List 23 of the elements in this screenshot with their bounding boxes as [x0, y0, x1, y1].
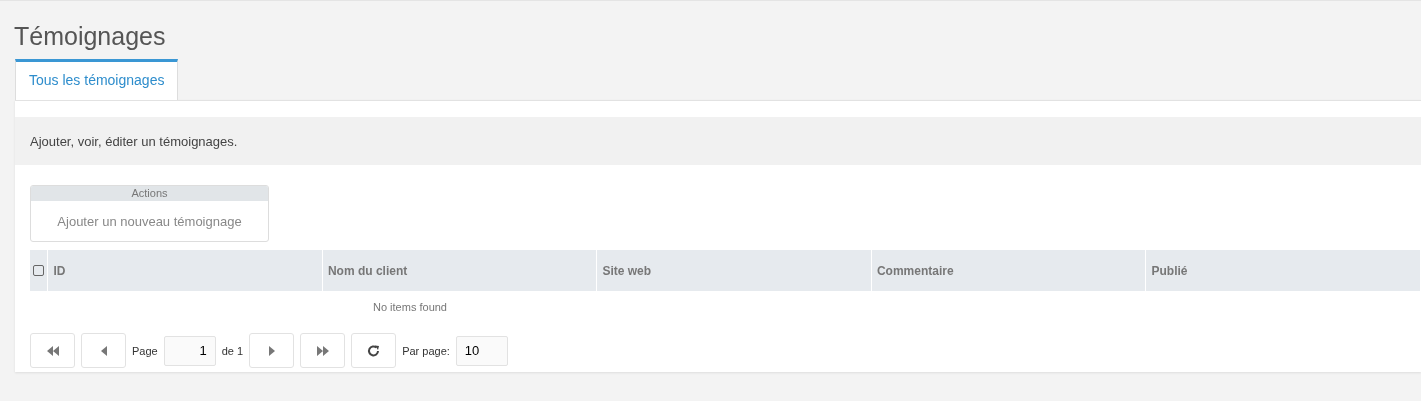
page-number-field[interactable]: 1 — [163, 335, 216, 366]
column-header[interactable]: Commentaire — [871, 250, 1147, 291]
first-page-button[interactable] — [30, 333, 75, 368]
add-testimonial-link[interactable]: Ajouter un nouveau témoignage — [31, 201, 268, 241]
description-text: Ajouter, voir, éditer un témoignages. — [30, 133, 238, 149]
page-count-label: de 1 — [221, 344, 244, 357]
page-label: Page — [132, 344, 158, 357]
column-header[interactable]: Publié — [1146, 250, 1421, 291]
per-page-field[interactable]: 10 — [455, 335, 508, 366]
last-page-button[interactable] — [300, 333, 346, 368]
double-right-arrow-icon — [315, 344, 330, 357]
per-page-label: Par page: — [402, 344, 450, 357]
empty-message: No items found — [373, 301, 447, 313]
tab[interactable]: Tous les témoignages — [15, 59, 179, 100]
double-left-arrow-icon — [45, 344, 60, 357]
column-header[interactable]: Site web — [597, 250, 872, 291]
column-header[interactable]: ID — [48, 250, 323, 291]
column-header[interactable]: Nom du client — [322, 250, 598, 291]
page-title: Témoignages — [14, 21, 167, 51]
select-all-checkbox[interactable] — [33, 265, 45, 276]
refresh-button[interactable] — [351, 333, 397, 368]
refresh-icon — [366, 344, 381, 357]
actions-header: Actions — [31, 186, 268, 201]
